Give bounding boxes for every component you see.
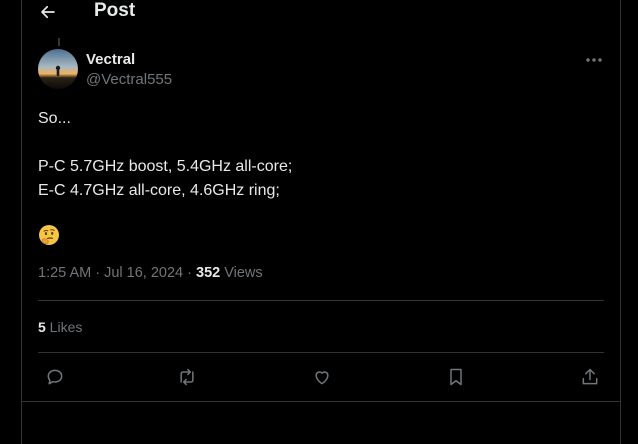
thinking-face-emoji — [39, 225, 59, 245]
share-button[interactable] — [578, 365, 602, 389]
reply-button[interactable] — [43, 365, 67, 389]
more-dots-icon — [586, 58, 602, 62]
post-date[interactable]: Jul 16, 2024 — [104, 265, 183, 281]
reply-icon — [47, 369, 63, 385]
post-text: So... P-C 5.7GHz boost, 5.4GHz all-core;… — [38, 107, 598, 203]
post-text-line — [38, 131, 598, 155]
post-column: Post Vectral @Vectral555 So... P-C 5.7GH… — [21, 0, 621, 444]
page-title: Post — [94, 0, 136, 21]
repost-button[interactable] — [175, 365, 199, 389]
avatar-image — [38, 49, 78, 89]
post-text-line: So... — [38, 110, 71, 127]
back-arrow-icon — [41, 5, 55, 19]
meta-separator: · — [183, 265, 196, 281]
post-time[interactable]: 1:25 AM — [38, 265, 91, 281]
post-header: Post — [22, 0, 620, 28]
like-button[interactable] — [310, 365, 334, 389]
author-display-name[interactable]: Vectral — [86, 51, 135, 68]
likes-count: 5 — [38, 319, 46, 335]
repost-icon — [180, 368, 194, 386]
views-label: Views — [220, 265, 263, 281]
post-text-line: P-C 5.7GHz boost, 5.4GHz all-core; — [38, 158, 293, 175]
views-count: 352 — [196, 265, 221, 281]
bookmark-button[interactable] — [444, 365, 468, 389]
thread-connector-line — [58, 38, 60, 46]
more-options-button[interactable] — [582, 50, 606, 70]
post-metadata: 1:25 AM · Jul 16, 2024 · 352 Views — [38, 265, 263, 281]
post-text-line: E-C 4.7GHz all-core, 4.6GHz ring; — [38, 182, 280, 199]
divider — [38, 300, 604, 301]
bookmark-icon — [450, 368, 462, 386]
divider — [38, 352, 604, 353]
like-icon — [315, 371, 329, 385]
back-button[interactable] — [36, 0, 60, 24]
avatar[interactable] — [38, 49, 78, 89]
share-icon — [582, 368, 598, 385]
divider — [22, 401, 620, 402]
likes-stat[interactable]: 5 Likes — [38, 319, 82, 335]
author-handle[interactable]: @Vectral555 — [86, 71, 172, 88]
meta-separator: · — [91, 265, 105, 281]
likes-label: Likes — [45, 319, 83, 335]
